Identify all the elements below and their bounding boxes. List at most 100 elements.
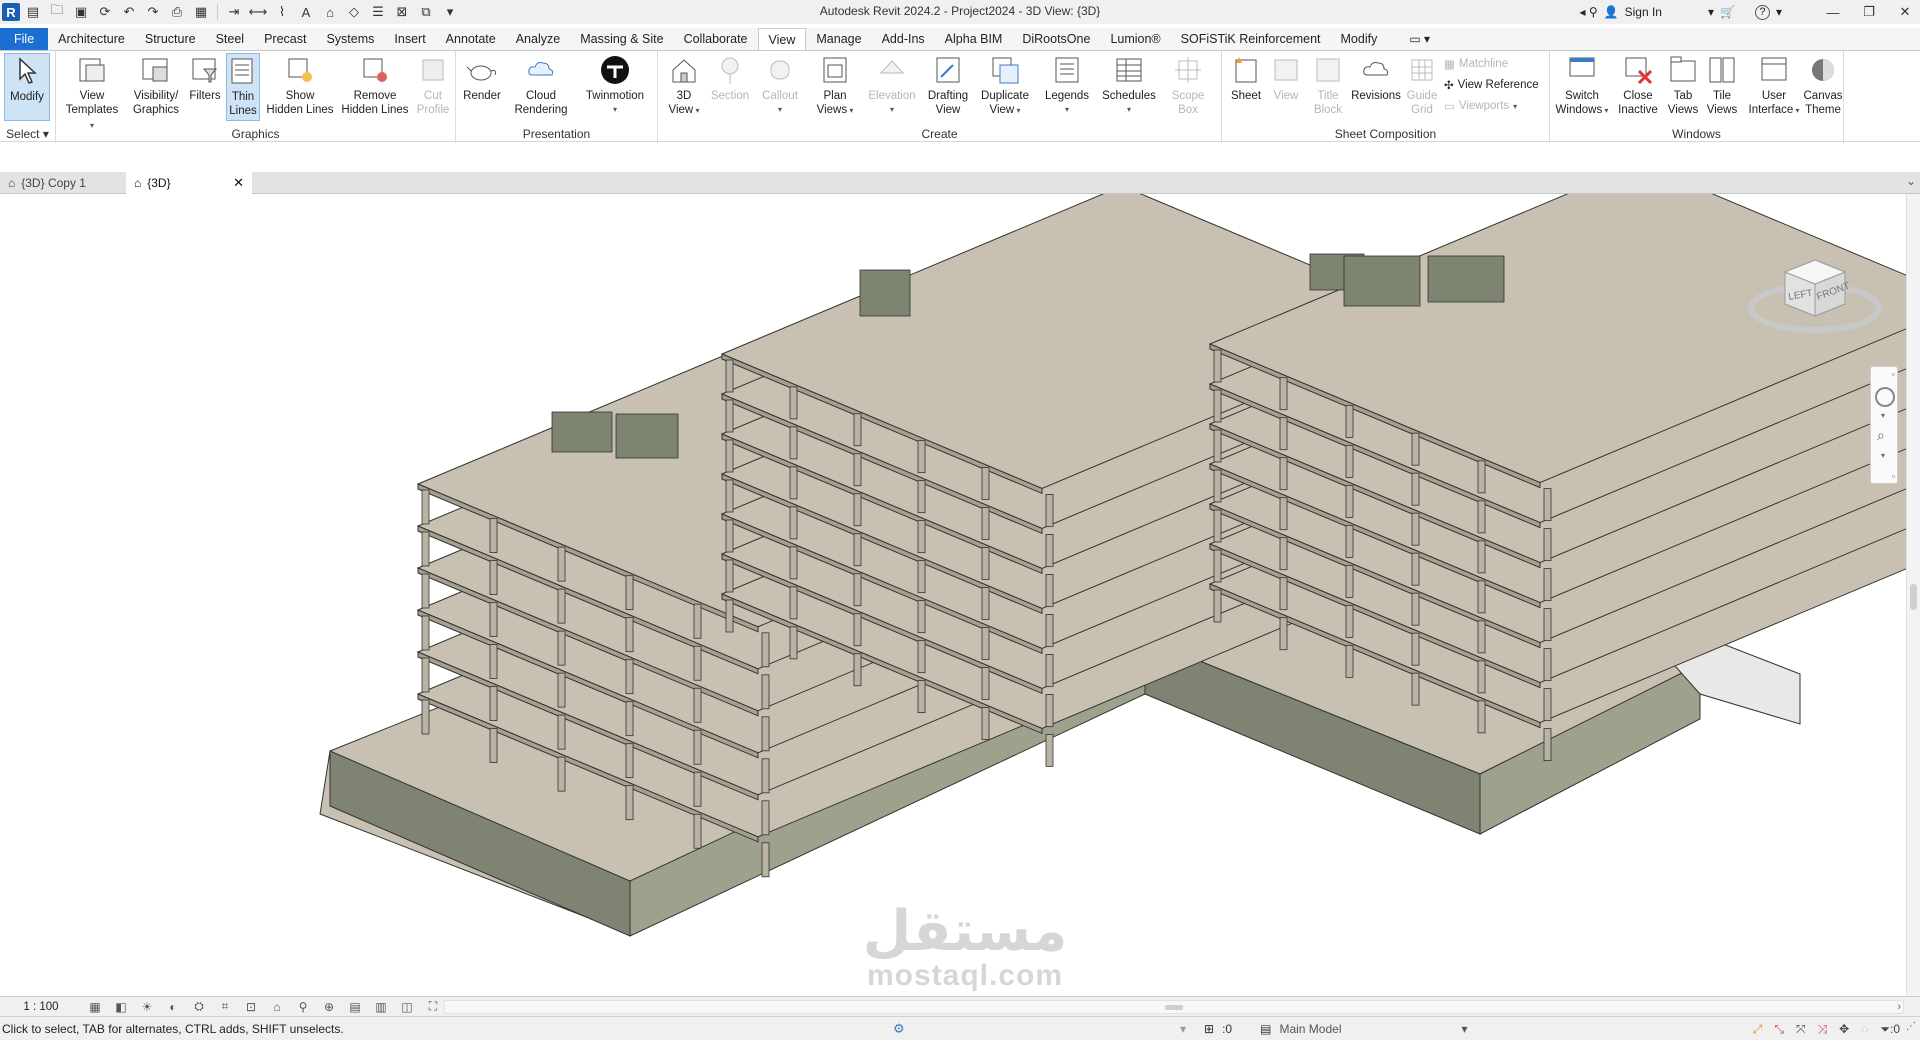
scope-box-button[interactable]: Scope Box [1166, 53, 1210, 117]
sheet-button[interactable]: Sheet [1226, 53, 1266, 103]
sun-path-icon[interactable]: ☀ [134, 1000, 160, 1014]
view-scale[interactable]: 1 : 100 [0, 1001, 82, 1013]
vertical-scroll-thumb[interactable] [1910, 584, 1917, 610]
tab-architecture[interactable]: Architecture [48, 28, 135, 50]
tab-insert[interactable]: Insert [384, 28, 435, 50]
legends-button[interactable]: Legends ▾ [1040, 53, 1094, 117]
close-windows-icon[interactable]: ⊠ [391, 2, 413, 22]
sign-in-dropdown-icon[interactable]: ▾ [1708, 5, 1714, 19]
select-links-icon[interactable]: ⤢ [1753, 1022, 1763, 1037]
elevation-button[interactable]: Elevation ▾ [864, 53, 920, 117]
worksets-icon[interactable]: ⊞ [1204, 1022, 1214, 1036]
undo-icon[interactable]: ↶ [118, 2, 140, 22]
detail-level-icon[interactable]: ▦ [82, 1000, 108, 1014]
cut-profile-button[interactable]: Cut Profile [414, 53, 452, 117]
restore-icon[interactable]: ❐ [1854, 0, 1884, 24]
tile-views-button[interactable]: Tile Views [1704, 53, 1740, 117]
status-dropdown-icon[interactable]: ▾ [1180, 1022, 1186, 1036]
switch-windows-button[interactable]: Switch Windows ▾ [1554, 53, 1610, 118]
panel-select-title[interactable]: Select ▾ [0, 127, 55, 141]
tab-list-dropdown-icon[interactable]: ⌄ [1906, 174, 1916, 188]
tab-alpha-bim[interactable]: Alpha BIM [935, 28, 1013, 50]
default-3d-icon[interactable]: ⌂ [319, 2, 341, 22]
revisions-button[interactable]: Revisions [1350, 53, 1402, 103]
title-block-button[interactable]: Title Block [1308, 53, 1348, 117]
scroll-right-icon[interactable]: › [1897, 1001, 1901, 1013]
drawing-area[interactable]: LEFT FRONT ▫ ▾ ⌕ ▾ ▫ مستقل mostaql.com [0, 194, 1920, 996]
drafting-view-button[interactable]: Drafting View [922, 53, 974, 117]
render-button[interactable]: Render [458, 53, 506, 103]
tab-lumion[interactable]: Lumion® [1100, 28, 1170, 50]
filters-button[interactable]: Filters [186, 53, 224, 103]
zoom-dropdown-icon[interactable]: ▾ [1881, 451, 1885, 460]
view-reference-button[interactable]: ✣ View Reference [1444, 78, 1539, 92]
user-icon[interactable]: 👤 [1604, 5, 1619, 19]
select-pinned-icon[interactable]: ⤧ [1796, 1022, 1806, 1037]
tab-views-button[interactable]: Tab Views [1664, 53, 1702, 117]
drag-elements-icon[interactable]: ✥ [1839, 1022, 1849, 1036]
panel-graphics-title[interactable]: Graphics [56, 127, 455, 141]
horizontal-scrollbar[interactable]: › [444, 1000, 1904, 1014]
section-button[interactable]: Section [708, 53, 752, 103]
duplicate-view-button[interactable]: Duplicate View ▾ [976, 53, 1034, 118]
close-tab-icon[interactable]: ✕ [233, 175, 244, 191]
save-icon[interactable]: ▣ [70, 2, 92, 22]
guide-grid-button[interactable]: Guide Grid [1404, 53, 1440, 117]
open-folder-icon[interactable]: 🗀 [46, 2, 68, 22]
tab-steel[interactable]: Steel [206, 28, 255, 50]
crop-region-icon[interactable]: ⊡ [238, 1000, 264, 1014]
view-tab-3d[interactable]: ⌂ {3D} ✕ [126, 172, 252, 194]
measure-icon[interactable]: ⇥ [223, 2, 245, 22]
temporary-view-properties-icon[interactable]: ▤ [342, 1000, 368, 1014]
horizontal-scroll-thumb[interactable] [1165, 1005, 1183, 1010]
temporary-hide-icon[interactable]: ⚲ [290, 1000, 316, 1014]
section-icon[interactable]: ◇ [343, 2, 365, 22]
nav-bar-close-icon[interactable]: ▫ [1892, 369, 1895, 379]
dimension-icon[interactable]: ⟷ [247, 2, 269, 22]
matchline-button[interactable]: ▦ Matchline [1444, 57, 1508, 71]
sign-in-link[interactable]: Sign In [1625, 5, 1662, 19]
modify-button[interactable]: Modify [4, 53, 50, 121]
show-hidden-lines-button[interactable]: Show Hidden Lines [264, 53, 336, 117]
status-app-icon[interactable]: ⚙ [893, 1021, 905, 1037]
show-analytical-model-icon[interactable]: ▥ [368, 1000, 394, 1014]
tab-massing-site[interactable]: Massing & Site [570, 28, 673, 50]
wheel-dropdown-icon[interactable]: ▾ [1881, 411, 1885, 420]
tab-file[interactable]: File [0, 28, 49, 50]
plan-views-button[interactable]: Plan Views ▾ [810, 53, 860, 118]
user-interface-button[interactable]: User Interface ▾ [1748, 53, 1800, 118]
3d-view-button[interactable]: 3D View ▾ [662, 53, 706, 118]
print-icon[interactable]: ⎙ [166, 2, 188, 22]
ribbon-minimize-icon[interactable]: ▭ ▾ [1409, 28, 1430, 50]
revit-logo-icon[interactable]: R [2, 3, 20, 21]
select-underlay-icon[interactable]: ⤡ [1774, 1022, 1784, 1037]
crop-view-icon[interactable]: ⌗ [212, 999, 238, 1014]
callout-button[interactable]: Callout ▾ [756, 53, 804, 117]
highlight-displacement-icon[interactable]: ◫ [394, 1000, 420, 1014]
canvas-theme-button[interactable]: Canvas Theme [1800, 53, 1846, 117]
minimize-icon[interactable]: — [1818, 0, 1848, 24]
pdf-icon[interactable]: ▦ [190, 2, 212, 22]
viewports-button[interactable]: ▭ Viewports ▾ [1444, 99, 1517, 113]
unlocked-3d-view-icon[interactable]: ⌂ [264, 1000, 290, 1014]
vertical-scrollbar[interactable] [1906, 194, 1920, 996]
tab-add-ins[interactable]: Add-Ins [872, 28, 935, 50]
select-by-face-icon[interactable]: ⤨ [1818, 1022, 1828, 1037]
help-dropdown-icon[interactable]: ▾ [1776, 5, 1782, 19]
search-info-icon[interactable]: ◂ ⚲ [1580, 5, 1598, 19]
thin-lines-button[interactable]: Thin Lines [226, 53, 260, 121]
design-options-icon[interactable]: ▤ [1260, 1022, 1271, 1036]
shadows-icon[interactable]: ◐ [160, 1000, 186, 1014]
tab-precast[interactable]: Precast [254, 28, 316, 50]
open-icon[interactable]: ▤ [22, 2, 44, 22]
close-window-icon[interactable]: ✕ [1890, 0, 1920, 24]
tag-icon[interactable]: ⌇ [271, 2, 293, 22]
customize-qat-icon[interactable]: ▾ [439, 2, 461, 22]
view-tab-3d-copy-1[interactable]: ⌂ {3D} Copy 1 [0, 172, 126, 194]
resize-grip-icon[interactable]: ⋰ [1906, 1021, 1916, 1032]
tab-systems[interactable]: Systems [316, 28, 384, 50]
tab-view[interactable]: View [757, 28, 807, 50]
tab-dirootsone[interactable]: DiRootsOne [1012, 28, 1100, 50]
visual-style-icon[interactable]: ◧ [108, 1000, 134, 1014]
help-icon[interactable]: ? [1754, 4, 1770, 20]
